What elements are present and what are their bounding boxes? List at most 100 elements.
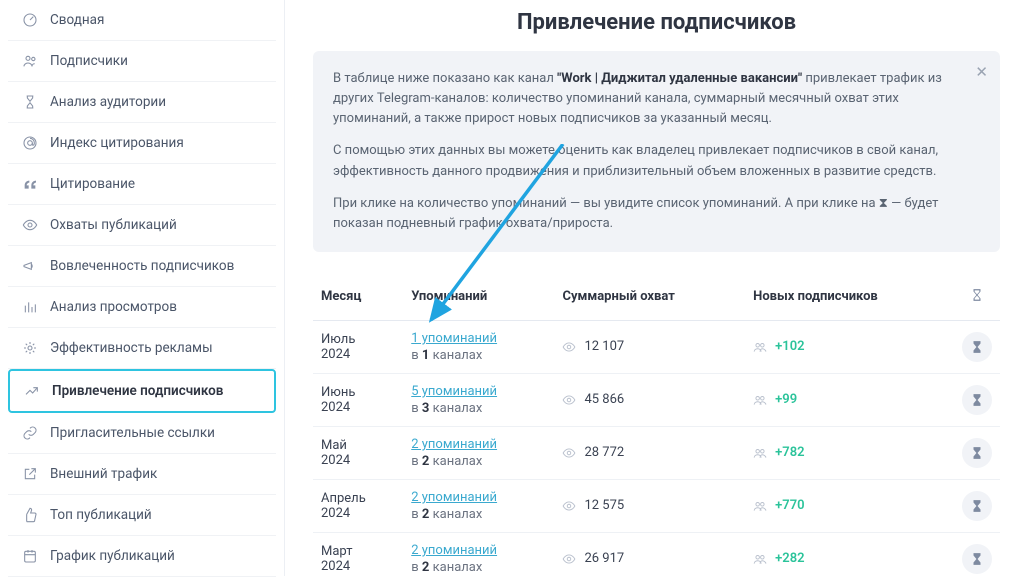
- sidebar-item-13[interactable]: График публикаций: [8, 536, 276, 577]
- people-icon: [753, 393, 767, 407]
- cell-reach: 28 772: [554, 426, 745, 479]
- sidebar-item-2[interactable]: Анализ аудитории: [8, 82, 276, 123]
- quote-icon: [22, 176, 38, 192]
- sidebar-item-11[interactable]: Внешний трафик: [8, 454, 276, 495]
- sidebar-item-label: Вовлеченность подписчиков: [50, 258, 234, 274]
- eye-icon: [562, 446, 576, 460]
- sidebar-item-label: Охваты публикаций: [50, 217, 177, 233]
- cell-month: Апрель2024: [313, 479, 403, 532]
- external-icon: [22, 466, 38, 482]
- table-row: Июнь20245 упоминанийв 3 каналах45 866+99: [313, 373, 1000, 426]
- col-subs: Новых подписчиков: [745, 278, 954, 321]
- sidebar-item-7[interactable]: Анализ просмотров: [8, 287, 276, 328]
- mentions-link[interactable]: 1 упоминаний: [411, 331, 497, 346]
- link-icon: [22, 425, 38, 441]
- cell-month: Июнь2024: [313, 373, 403, 426]
- sidebar-item-label: Анализ просмотров: [50, 299, 177, 315]
- mentions-link[interactable]: 2 упоминаний: [411, 543, 497, 558]
- page-title: Привлечение подписчиков: [313, 10, 1000, 35]
- people-icon: [753, 499, 767, 513]
- cell-month: Март2024: [313, 532, 403, 585]
- sidebar-item-label: График публикаций: [50, 548, 175, 564]
- cell-mentions: 2 упоминанийв 2 каналах: [403, 479, 554, 532]
- trend-icon: [24, 383, 40, 399]
- mentions-link[interactable]: 5 упоминаний: [411, 384, 497, 399]
- cell-hourglass: [954, 320, 1000, 373]
- cell-reach: 12 107: [554, 320, 745, 373]
- cell-reach: 26 917: [554, 532, 745, 585]
- calendar-icon: [22, 548, 38, 564]
- sidebar-item-8[interactable]: Эффективность рекламы: [8, 328, 276, 369]
- cell-mentions: 5 упоминанийв 3 каналах: [403, 373, 554, 426]
- sidebar-item-label: Индекс цитирования: [50, 135, 184, 151]
- hourglass-button[interactable]: [962, 385, 992, 415]
- sidebar-item-label: Привлечение подписчиков: [52, 383, 223, 399]
- cell-month: Июль2024: [313, 320, 403, 373]
- cell-subs: +282: [745, 532, 954, 585]
- col-reach: Суммарный охват: [554, 278, 745, 321]
- sidebar-item-label: Анализ аудитории: [50, 94, 166, 110]
- hourglass-button[interactable]: [962, 544, 992, 574]
- close-icon[interactable]: ✕: [975, 61, 988, 84]
- cell-hourglass: [954, 426, 1000, 479]
- users-icon: [22, 53, 38, 69]
- cell-hourglass: [954, 532, 1000, 585]
- sidebar-item-label: Топ публикаций: [50, 507, 152, 523]
- cell-hourglass: [954, 479, 1000, 532]
- cell-subs: +782: [745, 426, 954, 479]
- thumb-icon: [22, 507, 38, 523]
- mentions-link[interactable]: 2 упоминаний: [411, 437, 497, 452]
- people-icon: [753, 446, 767, 460]
- sidebar-item-9[interactable]: Привлечение подписчиков: [8, 369, 276, 413]
- sidebar-item-1[interactable]: Подписчики: [8, 41, 276, 82]
- cell-subs: +770: [745, 479, 954, 532]
- info-box: ✕ В таблице ниже показано как канал "Wor…: [313, 51, 1000, 252]
- table-header-row: Месяц Упоминаний Суммарный охват Новых п…: [313, 278, 1000, 321]
- hourglass-icon: [22, 94, 38, 110]
- sidebar-item-5[interactable]: Охваты публикаций: [8, 205, 276, 246]
- hourglass-button[interactable]: [962, 438, 992, 468]
- sidebar-item-12[interactable]: Топ публикаций: [8, 495, 276, 536]
- cell-mentions: 2 упоминанийв 2 каналах: [403, 426, 554, 479]
- info-paragraph-1: В таблице ниже показано как канал "Work …: [333, 69, 956, 129]
- cell-reach: 12 575: [554, 479, 745, 532]
- data-table: Месяц Упоминаний Суммарный охват Новых п…: [313, 278, 1000, 585]
- table-row: Май20242 упоминанийв 2 каналах28 772+782: [313, 426, 1000, 479]
- eye-icon: [562, 340, 576, 354]
- hourglass-button[interactable]: [962, 491, 992, 521]
- eye-icon: [22, 217, 38, 233]
- sidebar-item-label: Подписчики: [50, 53, 128, 69]
- megaphone-icon: [22, 258, 38, 274]
- sidebar-item-0[interactable]: Сводная: [8, 0, 276, 41]
- col-mentions: Упоминаний: [403, 278, 554, 321]
- eye-icon: [562, 393, 576, 407]
- cell-subs: +102: [745, 320, 954, 373]
- cell-month: Май2024: [313, 426, 403, 479]
- sidebar-item-10[interactable]: Пригласительные ссылки: [8, 413, 276, 454]
- eye-icon: [562, 499, 576, 513]
- sidebar-item-6[interactable]: Вовлеченность подписчиков: [8, 246, 276, 287]
- people-icon: [753, 552, 767, 566]
- sidebar-item-3[interactable]: Индекс цитирования: [8, 123, 276, 164]
- col-month: Месяц: [313, 278, 403, 321]
- hourglass-button[interactable]: [962, 332, 992, 362]
- main-content: Привлечение подписчиков ✕ В таблице ниже…: [285, 0, 1024, 576]
- cell-reach: 45 866: [554, 373, 745, 426]
- sidebar-item-4[interactable]: Цитирование: [8, 164, 276, 205]
- sidebar-item-label: Пригласительные ссылки: [50, 425, 215, 441]
- col-hourglass-icon: [954, 278, 1000, 321]
- sidebar-item-label: Внешний трафик: [50, 466, 157, 482]
- cell-mentions: 1 упоминанийв 1 каналах: [403, 320, 554, 373]
- cell-hourglass: [954, 373, 1000, 426]
- sidebar: Сводная Подписчики Анализ аудитории Индекс …: [0, 0, 285, 576]
- table-row: Март20242 упоминанийв 2 каналах26 917+28…: [313, 532, 1000, 585]
- sidebar-item-label: Сводная: [50, 12, 104, 28]
- gauge-icon: [22, 12, 38, 28]
- info-paragraph-2: С помощью этих данных вы можете оценить …: [333, 141, 956, 181]
- cell-subs: +99: [745, 373, 954, 426]
- mentions-link[interactable]: 2 упоминаний: [411, 490, 497, 505]
- eye-icon: [562, 552, 576, 566]
- cell-mentions: 2 упоминанийв 2 каналах: [403, 532, 554, 585]
- table-row: Апрель20242 упоминанийв 2 каналах12 575+…: [313, 479, 1000, 532]
- people-icon: [753, 340, 767, 354]
